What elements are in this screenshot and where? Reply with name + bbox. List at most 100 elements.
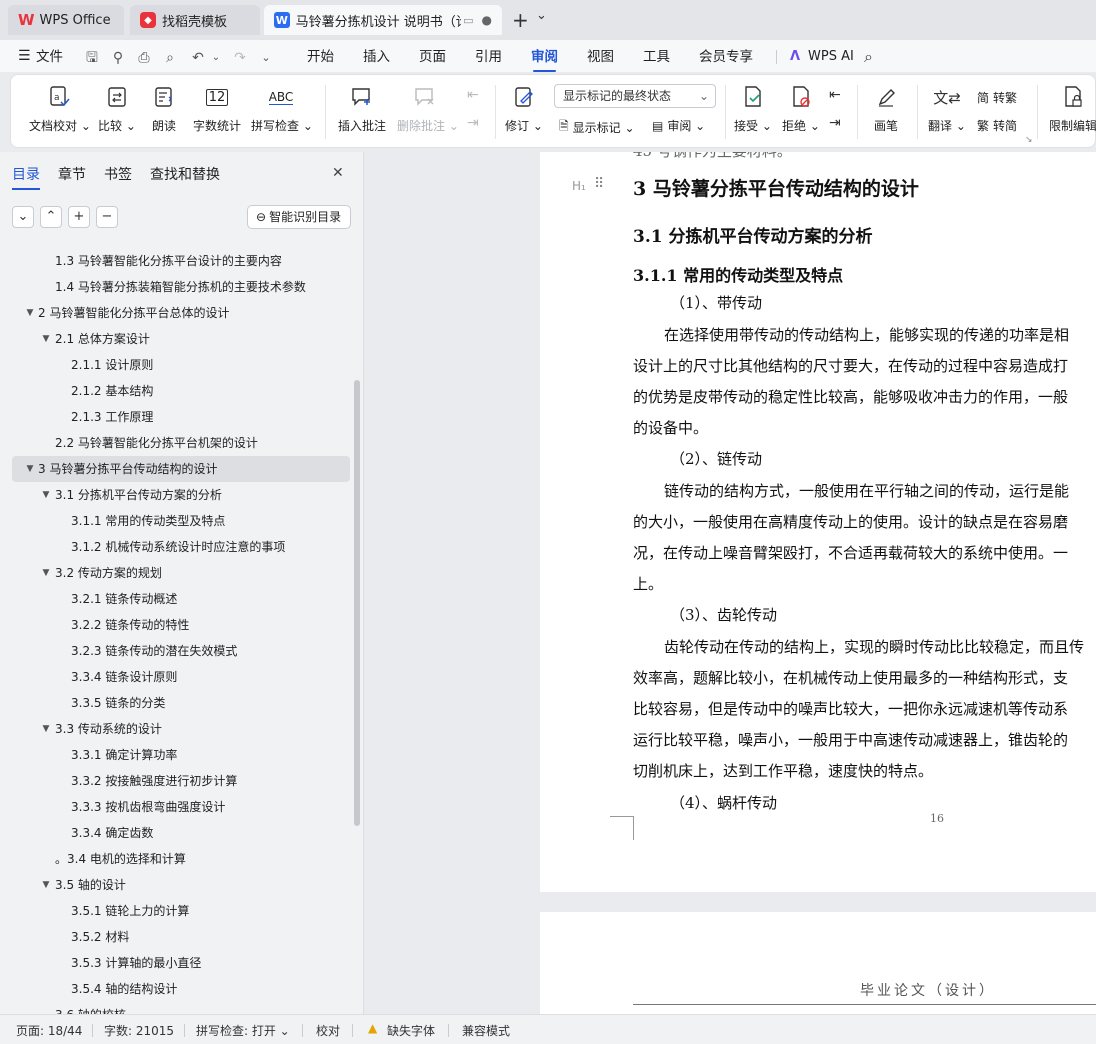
toc-item[interactable]: 3.2.3 链条传动的潜在失效模式 — [0, 638, 352, 664]
expand-toggle-icon[interactable]: ▼ — [40, 560, 52, 586]
toc-item[interactable]: 1.3 马铃薯智能化分拣平台设计的主要内容 — [0, 248, 352, 274]
toc-item[interactable]: ▼ 3.1 分拣机平台传动方案的分析 — [0, 482, 352, 508]
toc-item[interactable]: 3.3.4 确定齿数 — [0, 820, 352, 846]
missing-font-status[interactable]: 缺失字体 — [387, 1022, 435, 1039]
document-page[interactable]: 45 号钢作为主要材料。 H₁ ⠿ 3 马铃薯分拣平台传动结构的设计 3.1 分… — [540, 152, 1096, 892]
toc-scrollbar[interactable] — [354, 380, 360, 826]
toc-item[interactable]: 3.3.2 按接触强度进行初步计算 — [0, 768, 352, 794]
next-revision-icon[interactable]: ⇥ — [829, 115, 841, 131]
menu-reference[interactable]: 引用 — [475, 46, 502, 68]
print-icon[interactable]: ⎙ — [136, 50, 152, 66]
toc-item[interactable]: ▼ 3 马铃薯分拣平台传动结构的设计 — [12, 456, 350, 482]
hamburger-icon[interactable]: ☰ — [18, 48, 31, 64]
link-icon[interactable]: ⚲ — [110, 50, 126, 66]
translate-button[interactable]: 文⇄ 翻译 ⌄ — [927, 83, 967, 134]
tab-template[interactable]: ◆ 找稻壳模板 — [130, 5, 260, 35]
toc-item[interactable]: 3.5.2 材料 — [0, 924, 352, 950]
prev-revision-icon[interactable]: ⇤ — [829, 87, 841, 103]
tab-document[interactable]: W 马铃薯分拣机设计 说明书（论 ▭ ● — [264, 5, 502, 35]
menu-page[interactable]: 页面 — [419, 46, 446, 68]
expand-toggle-icon[interactable]: ▼ — [40, 716, 52, 742]
toc-item[interactable]: ▼ 3.3 传动系统的设计 — [0, 716, 352, 742]
toc-item[interactable]: 2.1.2 基本结构 — [0, 378, 352, 404]
close-icon[interactable]: ✕ — [332, 165, 344, 181]
toc-item[interactable]: 3.2.2 链条传动的特性 — [0, 612, 352, 638]
toc-item[interactable]: 1.4 马铃薯分拣装箱智能分拣机的主要技术参数 — [0, 274, 352, 300]
to-simplified-button[interactable]: 繁 转简 — [977, 117, 1017, 134]
read-aloud-button[interactable]: 朗读 — [149, 83, 179, 134]
toc-item[interactable]: 3.3.5 链条的分类 — [0, 690, 352, 716]
more-chevron-icon[interactable]: ⌄ — [258, 50, 274, 66]
menu-insert[interactable]: 插入 — [363, 46, 390, 68]
doc-check-button[interactable]: a 文档校对 ⌄ — [29, 83, 91, 134]
toc-item[interactable]: ▼ 2.1 总体方案设计 — [0, 326, 352, 352]
print-preview-icon[interactable]: ⌕ — [162, 50, 178, 66]
toc-item[interactable]: 2.1.1 设计原则 — [0, 352, 352, 378]
expand-toggle-icon[interactable]: ▼ — [40, 326, 52, 352]
nav-tab-bookmarks[interactable]: 书签 — [104, 164, 132, 184]
toc-item[interactable]: 3.6 轴的校核 — [0, 1002, 352, 1014]
spell-check-button[interactable]: ABC 拼写检查 ⌄ — [251, 83, 313, 134]
word-count-button[interactable]: 12 字数统计 — [191, 83, 243, 134]
toc-item[interactable]: 3.3.4 链条设计原则 — [0, 664, 352, 690]
smart-toc-button[interactable]: ⊖ 智能识别目录 — [247, 205, 351, 229]
review-pane-button[interactable]: ▤ 审阅 ⌄ — [652, 117, 705, 134]
expand-toggle-icon[interactable]: ▼ — [40, 482, 52, 508]
toc-item[interactable]: 3.3.3 按机齿根弯曲强度设计 — [0, 794, 352, 820]
menu-review[interactable]: 审阅 — [531, 46, 558, 72]
insert-comment-button[interactable]: 插入批注 — [337, 83, 387, 134]
toc-item[interactable]: 3.3.1 确定计算功率 — [0, 742, 352, 768]
nav-tab-sections[interactable]: 章节 — [58, 164, 86, 184]
proofread-status[interactable]: 校对 — [316, 1022, 340, 1039]
toc-item[interactable]: 3.5.4 轴的结构设计 — [0, 976, 352, 1002]
nav-tab-find-replace[interactable]: 查找和替换 — [150, 164, 220, 184]
markup-state-select[interactable]: 显示标记的最终状态 ⌄ — [554, 84, 716, 108]
expand-all-button[interactable]: ⌄ — [12, 206, 34, 228]
show-markup-button[interactable]: 🗎 显示标记 ⌄ — [559, 117, 635, 138]
expand-toggle-icon[interactable]: ▼ — [40, 872, 52, 898]
restrict-edit-button[interactable]: 限制编辑 — [1049, 83, 1096, 134]
new-tab-button[interactable]: + — [512, 8, 529, 32]
search-icon[interactable]: ⌕ — [864, 47, 873, 67]
dialog-launcher-icon[interactable]: ↘ — [1025, 135, 1033, 145]
reject-button[interactable]: 拒绝 ⌄ — [781, 83, 821, 134]
tab-unsaved-dot-icon[interactable]: ● — [482, 13, 492, 27]
drag-handle-icon[interactable]: ⠿ — [594, 176, 604, 192]
compare-button[interactable]: 比较 ⌄ — [97, 83, 137, 134]
tab-wps-office[interactable]: W WPS Office — [8, 5, 124, 35]
demote-level-button[interactable]: − — [96, 206, 118, 228]
undo-icon[interactable]: ↶ — [190, 50, 206, 66]
word-count-indicator[interactable]: 字数: 21015 — [104, 1022, 174, 1039]
toc-item[interactable]: 3.5.3 计算轴的最小直径 — [0, 950, 352, 976]
nav-tab-toc[interactable]: 目录 — [12, 164, 40, 190]
toc-item[interactable]: 3.2.1 链条传动概述 — [0, 586, 352, 612]
to-traditional-button[interactable]: 简 转繁 — [977, 89, 1017, 106]
collapse-all-button[interactable]: ⌃ — [40, 206, 62, 228]
tab-list-chevron-icon[interactable]: ⌄ — [536, 8, 547, 23]
menu-tools[interactable]: 工具 — [643, 46, 670, 68]
menu-file[interactable]: 文件 — [36, 46, 63, 68]
menu-view[interactable]: 视图 — [587, 46, 614, 68]
pen-button[interactable]: 画笔 — [871, 83, 901, 134]
toc-item[interactable]: 3.1.1 常用的传动类型及特点 — [0, 508, 352, 534]
page-indicator[interactable]: 页面: 18/44 — [16, 1022, 82, 1039]
accept-button[interactable]: 接受 ⌄ — [733, 83, 773, 134]
menu-member[interactable]: 会员专享 — [699, 46, 753, 68]
expand-toggle-icon[interactable]: ▼ — [24, 300, 36, 326]
toc-item[interactable]: 3.1.2 机械传动系统设计时应注意的事项 — [0, 534, 352, 560]
toc-item[interactable]: 2.1.3 工作原理 — [0, 404, 352, 430]
toc-item[interactable]: 。3.4 电机的选择和计算 — [0, 846, 352, 872]
toc-item[interactable]: 2.2 马铃薯智能化分拣平台机架的设计 — [0, 430, 352, 456]
promote-level-button[interactable]: + — [68, 206, 90, 228]
heading-marker-icon[interactable]: H₁ — [572, 179, 586, 193]
save-icon[interactable]: 🖫 — [84, 50, 100, 66]
toc-item[interactable]: ▼ 2 马铃薯智能化分拣平台总体的设计 — [0, 300, 352, 326]
toc-item[interactable]: ▼ 3.2 传动方案的规划 — [0, 560, 352, 586]
document-page-next[interactable]: 毕业论文（设计） — [540, 912, 1096, 1014]
toc-item[interactable]: ▼ 3.5 轴的设计 — [0, 872, 352, 898]
expand-toggle-icon[interactable]: ▼ — [24, 456, 36, 482]
menu-home[interactable]: 开始 — [307, 46, 334, 68]
toc-item[interactable]: 3.5.1 链轮上力的计算 — [0, 898, 352, 924]
revise-button[interactable]: 修订 ⌄ — [505, 83, 543, 134]
menu-wps-ai[interactable]: WPS AI — [808, 46, 854, 68]
